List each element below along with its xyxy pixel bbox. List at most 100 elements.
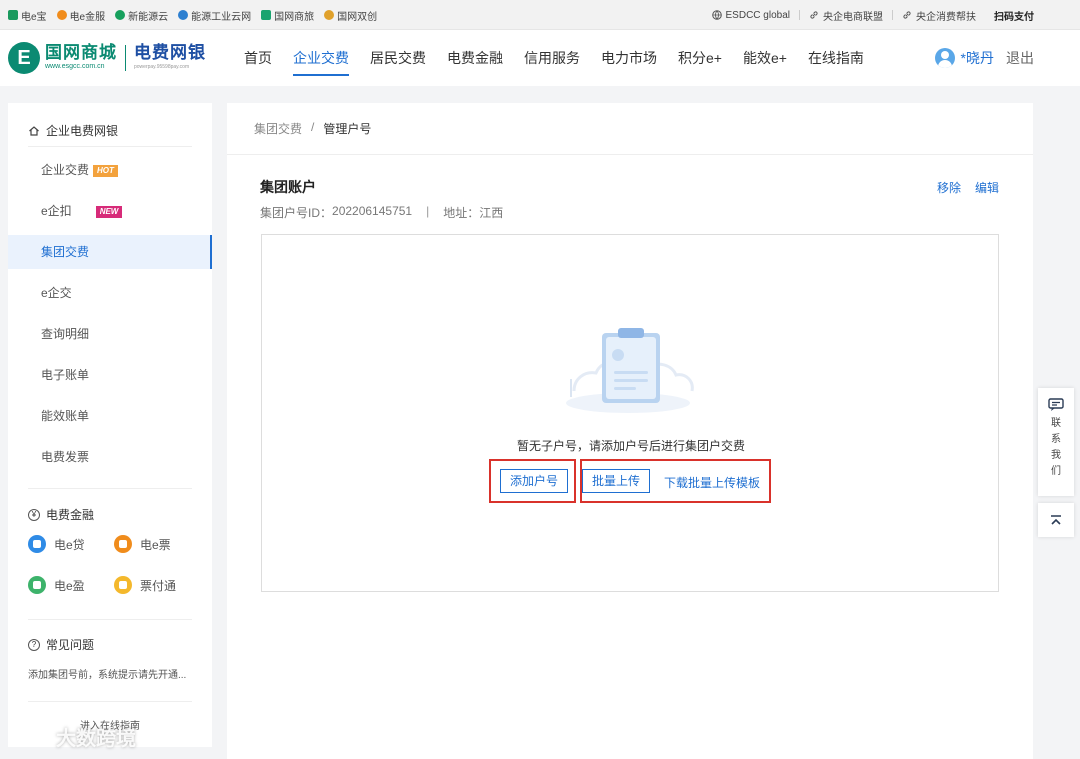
sidebar-item-group-pay[interactable]: 集团交费 bbox=[8, 235, 212, 269]
back-to-top-button[interactable] bbox=[1038, 503, 1074, 537]
group-actions: 移除 编辑 bbox=[923, 179, 999, 196]
sidebar-item-query-detail[interactable]: 查询明细 bbox=[8, 317, 212, 351]
sidebar-item-invoice[interactable]: 电费发票 bbox=[8, 440, 212, 474]
sidebar-item-efficiency-bill[interactable]: 能效账单 bbox=[8, 399, 212, 433]
globe-icon bbox=[711, 10, 722, 20]
logo-divider bbox=[125, 45, 126, 71]
sidebar-item-enterprise-pay[interactable]: 企业交费 HOT bbox=[8, 153, 212, 187]
partner-link-2[interactable]: 电e金服 bbox=[56, 8, 105, 23]
divider bbox=[28, 619, 192, 620]
loan-icon bbox=[28, 535, 46, 553]
contact-float[interactable]: 联 系 我 们 bbox=[1038, 388, 1074, 496]
poverty-aid-link[interactable]: 央企消费帮扶 bbox=[902, 8, 976, 23]
partner-link-3[interactable]: 新能源云 bbox=[115, 8, 168, 23]
contact-us-button[interactable]: 联 系 我 们 bbox=[1038, 388, 1074, 496]
main-nav: 首页 企业交费 居民交费 电费金融 信用服务 电力市场 积分e+ 能效e+ 在线… bbox=[244, 30, 885, 86]
breadcrumb-separator: / bbox=[311, 120, 315, 134]
nav-resident-pay[interactable]: 居民交费 bbox=[370, 30, 426, 86]
logo-name: 国网商城 bbox=[45, 43, 117, 62]
contact-char: 们 bbox=[1051, 466, 1061, 477]
meta-separator: | bbox=[426, 204, 430, 218]
nav-home[interactable]: 首页 bbox=[244, 30, 272, 86]
fin-item-profit[interactable]: 电e盈 bbox=[28, 576, 85, 594]
divider bbox=[227, 154, 1033, 155]
contact-char: 联 bbox=[1051, 418, 1061, 429]
industry-cloud-icon bbox=[178, 10, 189, 20]
profit-icon bbox=[28, 576, 46, 594]
partner-link-6[interactable]: 国网双创 bbox=[324, 8, 377, 23]
ticket-icon bbox=[114, 576, 132, 594]
top-right-links: ESDCC global 央企电商联盟 央企消费帮扶 扫码支付 bbox=[711, 0, 1034, 30]
faq-section-title: ? 常见问题 bbox=[28, 636, 94, 653]
breadcrumb-group-pay[interactable]: 集团交费 bbox=[254, 120, 302, 137]
esdcc-global-link[interactable]: ESDCC global bbox=[711, 10, 790, 21]
sidebar: 企业电费网银 企业交费 HOT e企扣 NEW 集团交费 e企交 查询明细 电子账单… bbox=[8, 103, 212, 747]
contact-text: 联 系 我 们 bbox=[1051, 416, 1061, 480]
divider bbox=[892, 10, 893, 20]
page-title: 集团账户 bbox=[260, 179, 316, 195]
logout-button[interactable]: 退出 bbox=[1006, 48, 1034, 68]
watermark-text: 大数跨境 bbox=[56, 728, 136, 750]
fin-item-loan[interactable]: 电e贷 bbox=[28, 535, 85, 553]
user-area: *晓丹 退出 bbox=[934, 30, 1034, 86]
chat-icon bbox=[1048, 398, 1064, 411]
edit-button[interactable]: 编辑 bbox=[975, 179, 999, 196]
cloud-icon bbox=[115, 10, 126, 20]
logo-e-icon: E bbox=[8, 42, 40, 74]
travel-icon bbox=[261, 10, 272, 20]
nav-guide[interactable]: 在线指南 bbox=[808, 30, 864, 86]
hot-badge: HOT bbox=[93, 164, 118, 177]
logo-product-name: 电费网银 bbox=[134, 43, 206, 62]
breadcrumb-current: 管理户号 bbox=[323, 122, 372, 136]
empty-state-text: 暂无子户号，请添加户号后进行集团户交费 bbox=[516, 439, 745, 453]
divider bbox=[28, 146, 192, 147]
sidebar-item-e-bill[interactable]: 电子账单 bbox=[8, 358, 212, 392]
contact-char: 我 bbox=[1051, 450, 1061, 461]
faq-item[interactable]: 添加集团号前，系统提示请先开通... bbox=[28, 666, 186, 681]
nav-finance[interactable]: 电费金融 bbox=[447, 30, 503, 86]
logo-product-url: powerpay.95598pay.com bbox=[134, 64, 190, 70]
main-panel: 集团交费 / 管理户号 集团账户 移除 编辑 集团户号ID： 202206145… bbox=[227, 103, 1033, 759]
link-icon bbox=[903, 11, 911, 19]
address-value: 江西 bbox=[479, 206, 504, 220]
divider bbox=[28, 488, 192, 489]
innovation-icon bbox=[324, 10, 335, 20]
empty-clipboard-icon bbox=[566, 328, 694, 413]
avatar[interactable] bbox=[934, 48, 955, 68]
sidebar-item-e-deduct[interactable]: e企扣 NEW bbox=[8, 194, 212, 228]
fin-item-bill[interactable]: 电e票 bbox=[114, 535, 171, 553]
arrow-up-icon bbox=[1051, 515, 1061, 525]
question-icon: ? bbox=[28, 638, 40, 651]
empty-state-panel: 暂无子户号，请添加户号后进行集团户交费 添加户号 批量上传 下载批量上传模板 bbox=[261, 234, 999, 592]
home-icon bbox=[29, 125, 39, 136]
alliance-link[interactable]: 央企电商联盟 bbox=[809, 8, 883, 23]
group-id-value: 202206145751 bbox=[332, 204, 413, 218]
remove-button[interactable]: 移除 bbox=[937, 179, 961, 196]
fin-item-ticket-pay[interactable]: 票付通 bbox=[114, 576, 176, 594]
scan-pay-link[interactable]: 扫码支付 bbox=[994, 8, 1034, 23]
nav-points[interactable]: 积分e+ bbox=[678, 30, 722, 86]
bill-icon bbox=[114, 535, 132, 553]
highlight-box-add bbox=[489, 459, 576, 503]
nav-enterprise-pay[interactable]: 企业交费 bbox=[293, 30, 349, 86]
nav-power-market[interactable]: 电力市场 bbox=[601, 30, 657, 86]
partner-link-1[interactable]: 电e宝 bbox=[8, 8, 47, 23]
wallet-icon bbox=[8, 10, 18, 20]
partner-link-5[interactable]: 国网商旅 bbox=[261, 8, 314, 23]
yen-icon: ¥ bbox=[28, 508, 40, 521]
partner-link-4[interactable]: 能源工业云网 bbox=[178, 8, 251, 23]
sidebar-item-e-pay[interactable]: e企交 bbox=[8, 276, 212, 310]
user-name[interactable]: *晓丹 bbox=[961, 48, 994, 68]
top-utility-bar: 电e宝 电e金服 新能源云 能源工业云网 国网商旅 国网双创 ESDCC glo… bbox=[0, 0, 1080, 30]
site-logo[interactable]: E 国网商城 www.esgcc.com.cn 电费网银 powerpay.95… bbox=[8, 42, 206, 74]
divider bbox=[28, 701, 192, 702]
group-id-label: 集团户号ID： bbox=[260, 206, 333, 220]
logo-text-block: 国网商城 www.esgcc.com.cn bbox=[45, 44, 117, 72]
partner-links: 电e宝 电e金服 新能源云 能源工业云网 国网商旅 国网双创 bbox=[8, 0, 387, 30]
nav-efficiency[interactable]: 能效e+ bbox=[743, 30, 787, 86]
nav-credit[interactable]: 信用服务 bbox=[524, 30, 580, 86]
main-header: E 国网商城 www.esgcc.com.cn 电费网银 powerpay.95… bbox=[0, 30, 1080, 86]
group-meta: 集团户号ID： 202206145751 | 地址： 江西 bbox=[260, 204, 503, 221]
divider bbox=[799, 10, 800, 20]
breadcrumb: 集团交费 / 管理户号 bbox=[254, 120, 371, 137]
